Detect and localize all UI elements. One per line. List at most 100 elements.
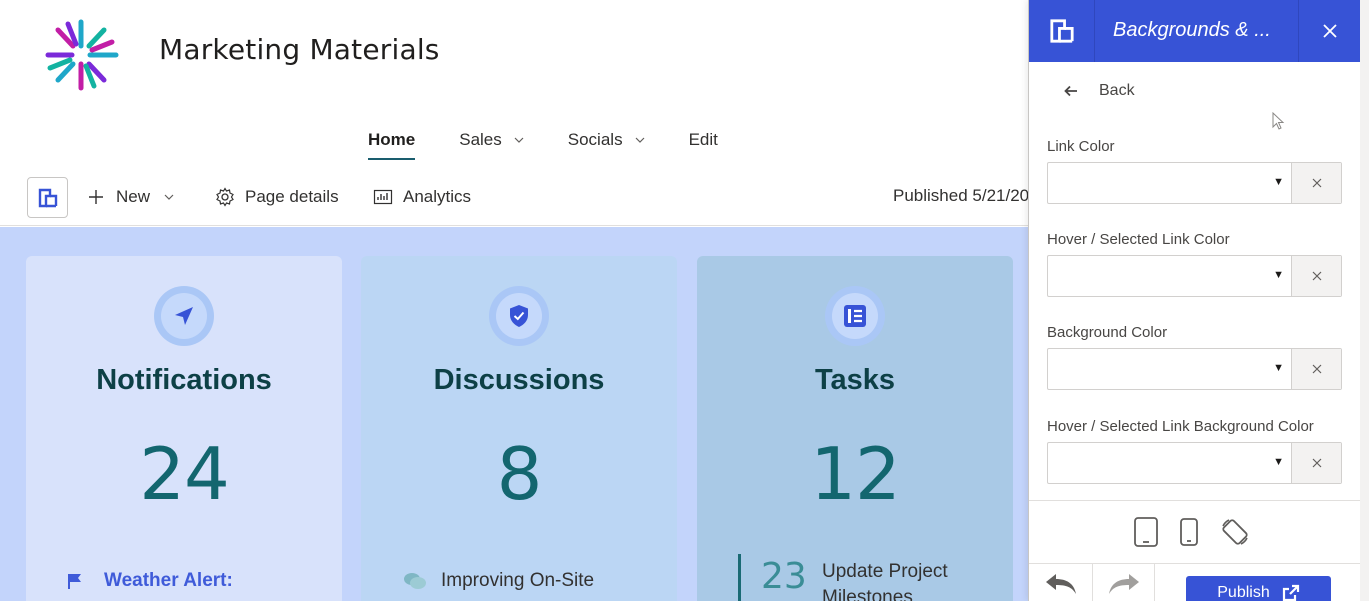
starburst-logo[interactable] xyxy=(40,16,122,94)
nav-item-sales[interactable]: Sales xyxy=(459,128,524,152)
weather-alert-link[interactable]: Weather Alert: xyxy=(66,570,233,592)
chat-icon xyxy=(404,573,426,589)
card-footer-text: Improving On-Site xyxy=(441,570,595,591)
nav-item-label: Home xyxy=(368,130,416,149)
chevron-down-icon xyxy=(514,137,524,143)
notifications-card[interactable]: Notifications 24 Weather Alert: xyxy=(26,256,342,601)
app-logo-button[interactable] xyxy=(27,177,68,218)
hover-link-color-label: Hover / Selected Link Color xyxy=(1047,231,1230,248)
external-link-icon xyxy=(1282,584,1299,601)
settings-panel: Backgrounds & ... Back Link Color ▼ Hove… xyxy=(1028,0,1361,601)
task-accent-bar xyxy=(738,554,741,601)
new-label: New xyxy=(116,187,151,206)
page-canvas: Notifications 24 Weather Alert: Discussi… xyxy=(0,227,1030,601)
publish-button[interactable]: Publish xyxy=(1186,576,1331,601)
plus-icon xyxy=(89,190,103,204)
link-color-select[interactable]: ▼ xyxy=(1048,163,1292,203)
analytics-icon xyxy=(373,189,393,205)
arrow-left-icon xyxy=(1064,85,1077,97)
top-nav: Home Sales Socials Edit xyxy=(368,128,762,160)
task-date-number: 23 xyxy=(761,556,807,597)
page-details-label: Page details xyxy=(245,187,339,206)
analytics-label: Analytics xyxy=(403,187,472,206)
close-icon xyxy=(1312,271,1321,281)
card-count: 12 xyxy=(810,432,901,516)
task-item[interactable]: Update Project Milestones xyxy=(822,559,948,601)
back-label: Back xyxy=(1099,82,1135,99)
nav-item-edit[interactable]: Edit xyxy=(689,128,718,152)
close-icon xyxy=(1323,24,1337,38)
page-details-button[interactable]: Page details xyxy=(215,185,339,209)
hover-link-bg-color-select[interactable]: ▼ xyxy=(1048,443,1292,483)
command-bar: New Page details Analytics Published 5/2… xyxy=(0,170,1030,226)
discussions-card[interactable]: Discussions 8 Improving On-Site xyxy=(361,256,677,601)
panel-footer: Publish xyxy=(1029,563,1361,601)
back-button[interactable]: Back xyxy=(1063,82,1135,100)
hover-link-bg-color-label: Hover / Selected Link Background Color xyxy=(1047,418,1314,435)
discussion-link[interactable]: Improving On-Site xyxy=(403,570,594,592)
clear-background-color-button[interactable] xyxy=(1291,349,1341,389)
clear-link-color-button[interactable] xyxy=(1291,163,1341,203)
link-color-field: ▼ xyxy=(1047,162,1342,204)
device-preview-toggle xyxy=(1133,516,1271,548)
analytics-button[interactable]: Analytics xyxy=(373,185,471,209)
gear-icon xyxy=(216,187,234,207)
nav-item-label: Sales xyxy=(459,130,502,149)
site-title: Marketing Materials xyxy=(159,33,440,66)
nav-item-socials[interactable]: Socials xyxy=(568,128,645,152)
background-color-label: Background Color xyxy=(1047,324,1168,341)
chevron-down-icon xyxy=(635,137,645,143)
bracket-logo-icon xyxy=(38,188,57,207)
shield-check-icon xyxy=(510,305,528,327)
bracket-logo-icon xyxy=(1049,19,1074,43)
send-icon xyxy=(175,307,193,325)
redo-button[interactable] xyxy=(1093,564,1155,601)
hover-link-color-field: ▼ xyxy=(1047,255,1342,297)
card-icon-circle xyxy=(825,286,885,346)
tablet-icon[interactable] xyxy=(1133,516,1159,548)
card-count: 24 xyxy=(139,432,230,516)
close-icon xyxy=(1312,178,1321,188)
card-title: Notifications xyxy=(96,364,272,396)
background-color-field: ▼ xyxy=(1047,348,1342,390)
card-icon-circle xyxy=(489,286,549,346)
card-title: Discussions xyxy=(433,364,605,396)
hover-link-bg-color-field: ▼ xyxy=(1047,442,1342,484)
publish-label: Publish xyxy=(1217,584,1270,601)
panel-logo xyxy=(1029,0,1095,62)
card-count: 8 xyxy=(496,432,543,516)
list-icon xyxy=(844,305,866,327)
panel-divider xyxy=(1029,500,1361,501)
nav-item-label: Edit xyxy=(688,130,718,149)
clear-hover-link-bg-color-button[interactable] xyxy=(1291,443,1341,483)
close-button[interactable] xyxy=(1298,0,1361,62)
caret-down-icon: ▼ xyxy=(1273,456,1284,468)
undo-button[interactable] xyxy=(1029,564,1093,601)
background-color-select[interactable]: ▼ xyxy=(1048,349,1292,389)
panel-title: Backgrounds & ... xyxy=(1113,19,1271,41)
caret-down-icon: ▼ xyxy=(1273,269,1284,281)
window-edge xyxy=(1360,0,1369,601)
close-icon xyxy=(1312,458,1321,468)
task-title-line2: Milestones xyxy=(822,587,913,601)
chevron-down-icon xyxy=(164,194,174,200)
mouse-cursor-icon xyxy=(1272,112,1285,130)
new-button[interactable]: New xyxy=(86,185,174,209)
published-status: Published 5/21/20 xyxy=(893,186,1030,205)
card-footer-text: Weather Alert: xyxy=(104,570,233,591)
phone-icon[interactable] xyxy=(1179,517,1199,547)
nav-item-label: Socials xyxy=(567,130,623,149)
caret-down-icon: ▼ xyxy=(1273,362,1284,374)
link-color-label: Link Color xyxy=(1047,138,1115,155)
tasks-card[interactable]: Tasks 12 23 Update Project Milestones xyxy=(697,256,1013,601)
card-title: Tasks xyxy=(814,364,896,396)
panel-header: Backgrounds & ... xyxy=(1029,0,1361,62)
caret-down-icon: ▼ xyxy=(1273,176,1284,188)
hover-link-color-select[interactable]: ▼ xyxy=(1048,256,1292,296)
redo-icon xyxy=(1108,574,1139,594)
nav-item-home[interactable]: Home xyxy=(368,128,416,160)
card-icon-circle xyxy=(154,286,214,346)
close-icon xyxy=(1312,364,1321,374)
clear-hover-link-color-button[interactable] xyxy=(1291,256,1341,296)
rotate-device-icon[interactable] xyxy=(1219,516,1251,548)
